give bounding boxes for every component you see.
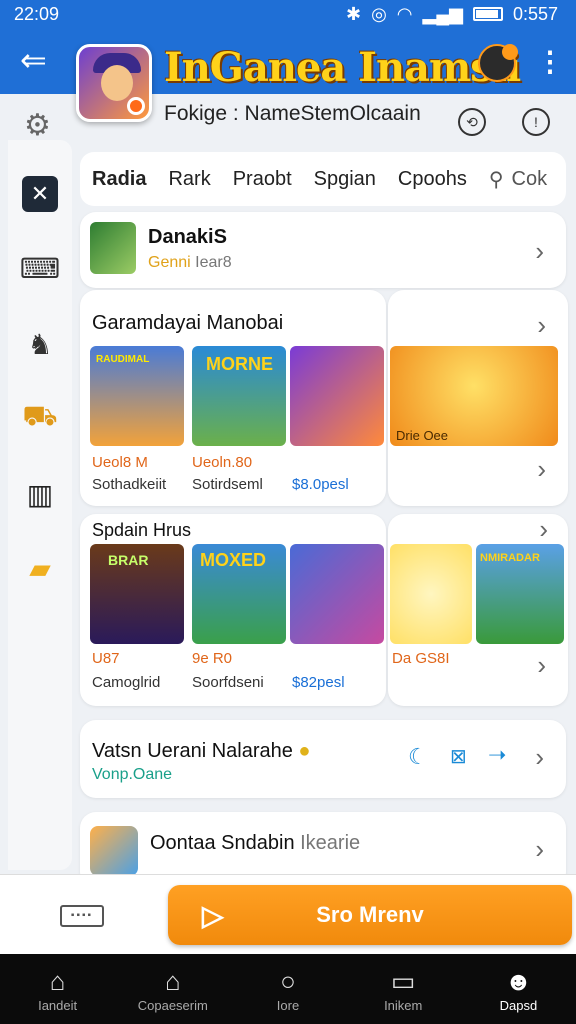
tile-value: U87 [92, 650, 120, 667]
share-icon[interactable]: ➝ [488, 742, 506, 768]
tab-rark[interactable]: Rark [168, 168, 210, 191]
section-2-side-card[interactable]: NMIRADAR Da GS8I › › [388, 514, 568, 706]
panel-icon[interactable]: ▥ [22, 476, 58, 512]
vatsn-sub: Vonp.Oane [92, 766, 173, 783]
alarm-icon: ◎ [371, 3, 387, 24]
play-button[interactable]: ▷ Sro Mrenv [168, 885, 572, 945]
signal-icon: ▂▄▆ [422, 3, 463, 24]
person-icon: ☻ [504, 966, 533, 996]
game-tile[interactable]: Drie Oee [390, 346, 558, 446]
tile-name: $8.0pesl [292, 476, 349, 493]
keyboard-icon[interactable]: ▪▪▪▪ [60, 905, 104, 927]
danakis-thumb [90, 222, 136, 274]
bluetooth-icon: ✱ [345, 3, 362, 24]
game-tile[interactable] [290, 544, 384, 644]
game-tile[interactable] [390, 544, 472, 644]
folder-icon[interactable]: ▰ [22, 550, 58, 586]
danakis-sub2: Iear8 [195, 254, 232, 271]
tab-radia[interactable]: Radia [92, 168, 146, 191]
game-tile[interactable]: BRAR [90, 544, 184, 644]
tab-bar: Radia Rark Praobt Spgian Cpoohs ⚲ Cok [80, 152, 566, 206]
chevron-right-icon: › [535, 742, 544, 772]
section-2-card: Spdain Hrus BRAR MOXED U87 9e R0 Camoglr… [80, 514, 386, 706]
game-tile[interactable]: NMIRADAR [476, 544, 564, 644]
status-time: 22:09 [14, 3, 60, 24]
nav-profile[interactable]: ☻ Dapsd [461, 954, 576, 1024]
nav-store[interactable]: ⌂ Copaeserim [115, 954, 230, 1024]
app-icon [76, 44, 152, 122]
refresh-button[interactable]: ⟲ [458, 108, 486, 136]
play-icon: ▷ [202, 900, 224, 931]
chevron-right-icon: › [535, 236, 544, 266]
danakis-card[interactable]: DanakiS Genni Iear8 › [80, 212, 566, 288]
section-1-title: Garamdayai Manobai [92, 312, 284, 334]
tab-search[interactable]: ⚲ Cok [489, 167, 547, 192]
chevron-right-icon: › [537, 650, 546, 680]
tab-cpoohs[interactable]: Cpoohs [398, 168, 467, 191]
controller-icon[interactable]: ⌨ [20, 250, 60, 286]
tile-name: Soorfdseni [192, 674, 264, 691]
chevron-right-icon: › [539, 514, 548, 544]
section-2-title: Spdain Hrus [92, 520, 192, 540]
arrow-left-icon[interactable]: ⇐ [20, 42, 47, 78]
tab-spgian[interactable]: Spgian [314, 168, 376, 191]
battery-icon [472, 7, 503, 21]
wifi-icon: ◠ [396, 3, 413, 24]
kebab-icon[interactable]: ⋮ [536, 46, 564, 78]
store-icon: ⌂ [164, 966, 181, 996]
status-bar: 22:09 ✱ ◎ ◠ ▂▄▆ 0:557 [0, 0, 576, 28]
search-icon: ⚲ [488, 168, 504, 191]
game-tile[interactable]: MORNE [192, 346, 286, 446]
chevron-right-icon: › [537, 454, 546, 484]
danakis-title: DanakiS [148, 226, 227, 248]
close-box-icon[interactable]: ✕ [22, 176, 58, 212]
tile-value: Ueoln.80 [192, 454, 253, 471]
game-tile[interactable] [290, 346, 384, 446]
tile-name: Camoglrid [92, 674, 161, 691]
bottom-action-bar: ▪▪▪▪ ▷ Sro Mrenv [0, 874, 576, 954]
badge-icon [502, 44, 518, 60]
tile-name: $82pesl [292, 674, 345, 691]
bookmark-icon[interactable]: ⊠ [450, 744, 467, 769]
nav-messages[interactable]: ▭ Inikem [346, 954, 461, 1024]
contact-title: Oontaa Sndabin [150, 832, 295, 854]
tile-value: Ueol8 M [92, 454, 148, 471]
home-icon: ⌂ [49, 966, 66, 996]
settings-icon[interactable]: ⚙ [24, 108, 51, 143]
tile-name: Sotirdseml [192, 476, 263, 493]
tab-search-label: Cok [511, 167, 548, 190]
section-1-card: Garamdayai Manobai RAUDIMAL MORNE Ueol8 … [80, 290, 386, 506]
tab-praobt[interactable]: Praobt [233, 168, 292, 191]
message-icon: ▭ [390, 966, 416, 996]
status-clock: 0:557 [512, 3, 558, 24]
contact-suffix: Ikearie [300, 832, 361, 854]
vatsn-card[interactable]: Vatsn Uerani Nalarahe ● Vonp.Oane ☾ ⊠ ➝ … [80, 720, 566, 798]
section-1-side-card[interactable]: Drie Oee › › [388, 290, 568, 506]
tile-value: 9e R0 [192, 650, 233, 667]
chevron-right-icon: › [535, 834, 544, 864]
info-button[interactable]: ! [522, 108, 550, 136]
avatar[interactable] [478, 44, 518, 82]
status-icons: ✱ ◎ ◠ ▂▄▆ 0:557 [346, 4, 558, 25]
vatsn-title: Vatsn Uerani Nalarahe [92, 740, 293, 762]
tile-name: Sothadkeiit [92, 476, 167, 493]
moon-icon[interactable]: ☾ [408, 744, 428, 770]
nav-home[interactable]: ⌂ Iandeit [0, 954, 115, 1024]
game-tile[interactable]: MOXED [192, 544, 286, 644]
danakis-sub: Genni [148, 254, 191, 271]
page-subtitle: Fokige : NameStemOlcaain [164, 102, 421, 125]
page-title: InGanea Inamsii [164, 44, 521, 91]
play-button-label: Sro Mrenv [316, 902, 424, 927]
contact-thumb [90, 826, 138, 876]
circle-icon: ○ [280, 966, 296, 996]
cart-icon[interactable]: ⛟ [22, 400, 58, 436]
verified-icon: ● [298, 740, 311, 762]
chevron-right-icon: › [537, 310, 546, 340]
nav-more[interactable]: ○ Iore [230, 954, 345, 1024]
dino-icon[interactable]: ♞ [22, 326, 58, 362]
tile-name: Da GS8I [392, 650, 450, 667]
bottom-nav: ⌂ Iandeit ⌂ Copaeserim ○ Iore ▭ Inikem ☻… [0, 954, 576, 1024]
game-tile[interactable]: RAUDIMAL [90, 346, 184, 446]
notification-dot-icon [127, 97, 145, 115]
